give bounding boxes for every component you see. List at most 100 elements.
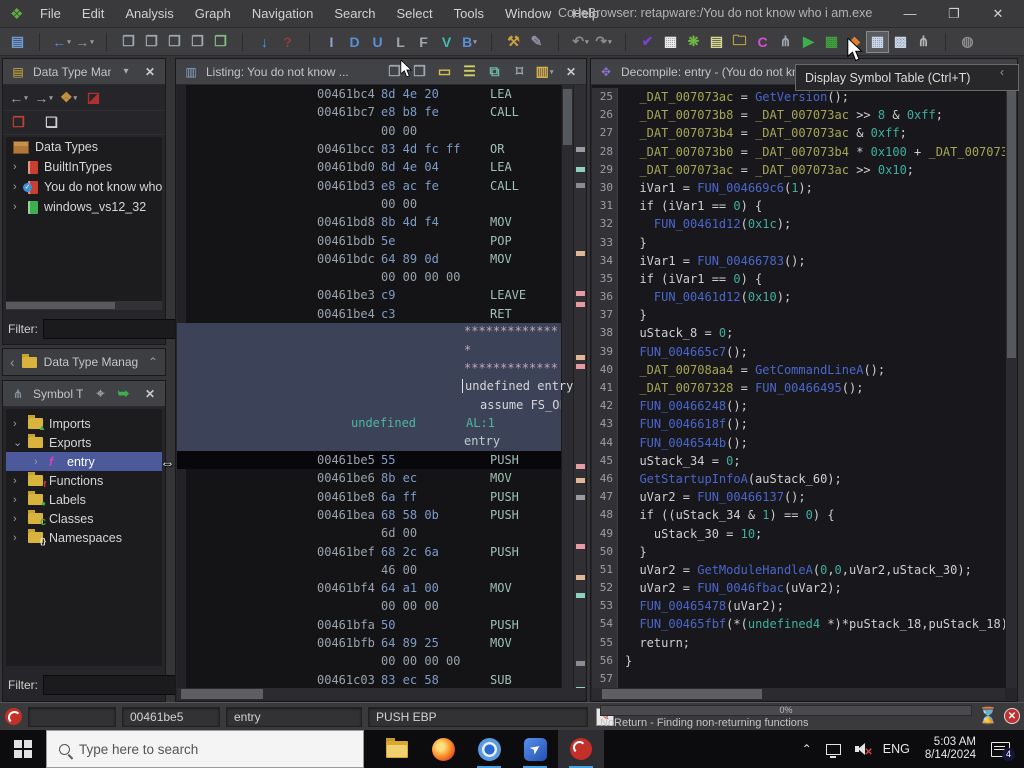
listing-row[interactable]: 00461bc7 e8 b8 fe CALL: [177, 103, 585, 121]
expander-icon[interactable]: ›: [13, 494, 22, 506]
symbol-tree-item-functions[interactable]: › f Functions: [6, 471, 162, 490]
redo-icon[interactable]: ↷ ▾: [592, 31, 615, 53]
diff-view-icon[interactable]: ⧉: [483, 61, 506, 83]
listing-row[interactable]: undefined AL:1: [177, 414, 585, 433]
define-v-icon[interactable]: V: [435, 31, 458, 53]
close-icon[interactable]: ✕: [141, 63, 159, 81]
cancel-analysis-button[interactable]: ✕: [1004, 708, 1020, 724]
listing-row[interactable]: 00461c03 83 ec 58 SUB: [177, 671, 585, 689]
decompile-line[interactable]: 43 FUN_0046618f();: [592, 415, 1005, 434]
symbol-tree-item-entry[interactable]: › f entry: [6, 452, 162, 471]
symbol-tree-header[interactable]: ⋔ Symbol Tree ⌖➥ ✕: [3, 381, 165, 407]
notification-icon[interactable]: 4: [984, 730, 1024, 768]
decompile-horizontal-scrollbar[interactable]: [592, 688, 1005, 700]
listing-row[interactable]: entry: [177, 432, 585, 451]
minimize-button[interactable]: —: [888, 6, 932, 22]
data-type-item[interactable]: › BuiltInTypes: [6, 157, 162, 177]
listing-row[interactable]: 00461bc4 8d 4e 20 LEA: [177, 85, 585, 103]
menu-window[interactable]: Window: [495, 6, 562, 21]
scrollbar-thumb[interactable]: [602, 689, 762, 699]
decompile-line[interactable]: 40 _DAT_00708aa4 = GetCommandLineA();: [592, 360, 1005, 379]
edit-cursor-icon[interactable]: ▭: [433, 61, 456, 83]
define-i-icon[interactable]: I: [320, 31, 343, 53]
listing-row[interactable]: 00461bef 68 2c 6a PUSH: [177, 542, 585, 560]
define-f-icon[interactable]: F: [412, 31, 435, 53]
undo-icon[interactable]: ↶ ▾: [569, 31, 592, 53]
call-trees-icon[interactable]: ⋔: [912, 31, 935, 53]
listing-row[interactable]: 46 00: [177, 561, 585, 579]
symbol-references-icon[interactable]: ▩: [889, 31, 912, 53]
symbol-tree-item-namespaces[interactable]: › {} Namespaces: [6, 528, 162, 547]
decompile-line[interactable]: 37 }: [592, 306, 1005, 325]
expander-icon[interactable]: ›: [13, 181, 22, 193]
listing-row[interactable]: 00 00 00 00: [177, 268, 585, 286]
decompile-line[interactable]: 29 _DAT_007073ac = _DAT_007073ac >> 0x10…: [592, 160, 1005, 179]
calling-convention-icon[interactable]: C: [751, 31, 774, 53]
listing-row[interactable]: 00461be5 55 PUSH: [177, 450, 585, 470]
define-b-icon[interactable]: B ▾: [458, 31, 481, 53]
decompile-line[interactable]: 28 _DAT_007073b0 = _DAT_007073b4 * 0x100…: [592, 142, 1005, 161]
listing-row[interactable]: 00 00 00 00: [177, 652, 585, 670]
volume-muted-icon[interactable]: ✕: [848, 730, 876, 768]
listing-row[interactable]: 00461bf4 64 a1 00 MOV: [177, 579, 585, 597]
listing-row[interactable]: 00461bcc 83 4d fc ff OR: [177, 140, 585, 158]
decompile-line[interactable]: 41 _DAT_00707328 = FUN_00466495();: [592, 379, 1005, 398]
listing-row[interactable]: assume FS_OFFSET: [177, 396, 585, 415]
forward-icon[interactable]: → ▾: [73, 31, 96, 53]
scrollbar-thumb[interactable]: [1007, 88, 1016, 358]
decompile-line[interactable]: 57: [592, 670, 1005, 688]
data-type-archive-icon[interactable]: 🗀: [728, 31, 751, 53]
listing-body[interactable]: 00461bc4 8d 4e 20 LEA 00461bc7 e8 b8 fe CALL 0…: [177, 85, 585, 688]
checksum-icon[interactable]: ▤: [705, 31, 728, 53]
expander-icon[interactable]: ›: [13, 532, 22, 544]
listing-row[interactable]: 00461bd3 e8 ac fe CALL: [177, 176, 585, 194]
chevron-down-icon[interactable]: ▾: [117, 63, 135, 81]
clear-code-icon[interactable]: ?: [276, 31, 299, 53]
memory-blocks-icon[interactable]: ☰: [458, 61, 481, 83]
listing-row[interactable]: 00 00: [177, 195, 585, 213]
decompile-line[interactable]: 46 GetStartupInfoA(auStack_60);: [592, 469, 1005, 489]
hint-icon[interactable]: ◍: [956, 31, 979, 53]
decompile-line[interactable]: 36 FUN_00461d12(0x10);: [592, 288, 1005, 307]
listing-row[interactable]: 00461bd0 8d 4e 04 LEA: [177, 158, 585, 176]
listing-row[interactable]: 00461be4 c3 RET: [177, 305, 585, 323]
back-icon[interactable]: ← ▾: [50, 31, 73, 53]
decompile-line[interactable]: 48 if ((uStack_34 & 1) == 0) {: [592, 506, 1005, 525]
data-type-root[interactable]: Data Types: [6, 137, 162, 157]
taskbar-search[interactable]: Type here to search: [46, 730, 364, 768]
chevron-up-icon[interactable]: ⌃: [148, 355, 158, 369]
menu-navigation[interactable]: Navigation: [241, 6, 323, 21]
scrollbar-thumb[interactable]: [563, 89, 572, 145]
chevron-left-icon[interactable]: ‹: [10, 354, 15, 370]
menu-graph[interactable]: Graph: [184, 6, 241, 21]
firefox-icon[interactable]: [420, 730, 466, 768]
forward-icon[interactable]: → ▾: [32, 87, 55, 109]
file-explorer-icon[interactable]: [374, 730, 420, 768]
menu-search[interactable]: Search: [324, 6, 386, 21]
open-archive-icon[interactable]: ❒: [7, 112, 30, 134]
decompile-line[interactable]: 47 uVar2 = FUN_00466137();: [592, 488, 1005, 507]
pin-icon[interactable]: ⌖: [89, 383, 112, 405]
thunderbird-icon[interactable]: ➤: [512, 730, 558, 768]
menu-tools[interactable]: Tools: [443, 6, 494, 21]
expander-icon[interactable]: ›: [13, 161, 22, 173]
maximize-button[interactable]: ❐: [932, 6, 976, 22]
listing-row[interactable]: 6d 00: [177, 524, 585, 542]
decompile-line[interactable]: 26 _DAT_007073b8 = _DAT_007073ac >> 8 & …: [592, 106, 1005, 125]
save-icon[interactable]: ▤: [6, 31, 29, 53]
scrollbar-thumb[interactable]: [181, 689, 263, 699]
chromium-icon[interactable]: [466, 730, 512, 768]
decompile-line[interactable]: 39 FUN_004665c7();: [592, 342, 1005, 361]
decompile-line[interactable]: 44 FUN_0046544b();: [592, 433, 1005, 452]
conflict-resolution-icon[interactable]: ❖ ▾: [57, 87, 80, 109]
listing-row[interactable]: 00461bdc 64 89 0d MOV: [177, 250, 585, 268]
disassemble-icon[interactable]: ↓: [253, 31, 276, 53]
listing-row[interactable]: *: [177, 341, 585, 360]
decompile-line[interactable]: 38 uStack_8 = 0;: [592, 324, 1005, 343]
collapse-chevron-icon[interactable]: ‹: [993, 63, 1011, 81]
new-window-icon[interactable]: ❏: [40, 112, 63, 134]
collapsed-data-type-manager[interactable]: ‹ Data Type Manag ⌃: [2, 348, 166, 376]
paste-icon[interactable]: ❐: [140, 31, 163, 53]
decompile-line[interactable]: 49 uStack_30 = 10;: [592, 524, 1005, 543]
define-u-icon[interactable]: U: [366, 31, 389, 53]
